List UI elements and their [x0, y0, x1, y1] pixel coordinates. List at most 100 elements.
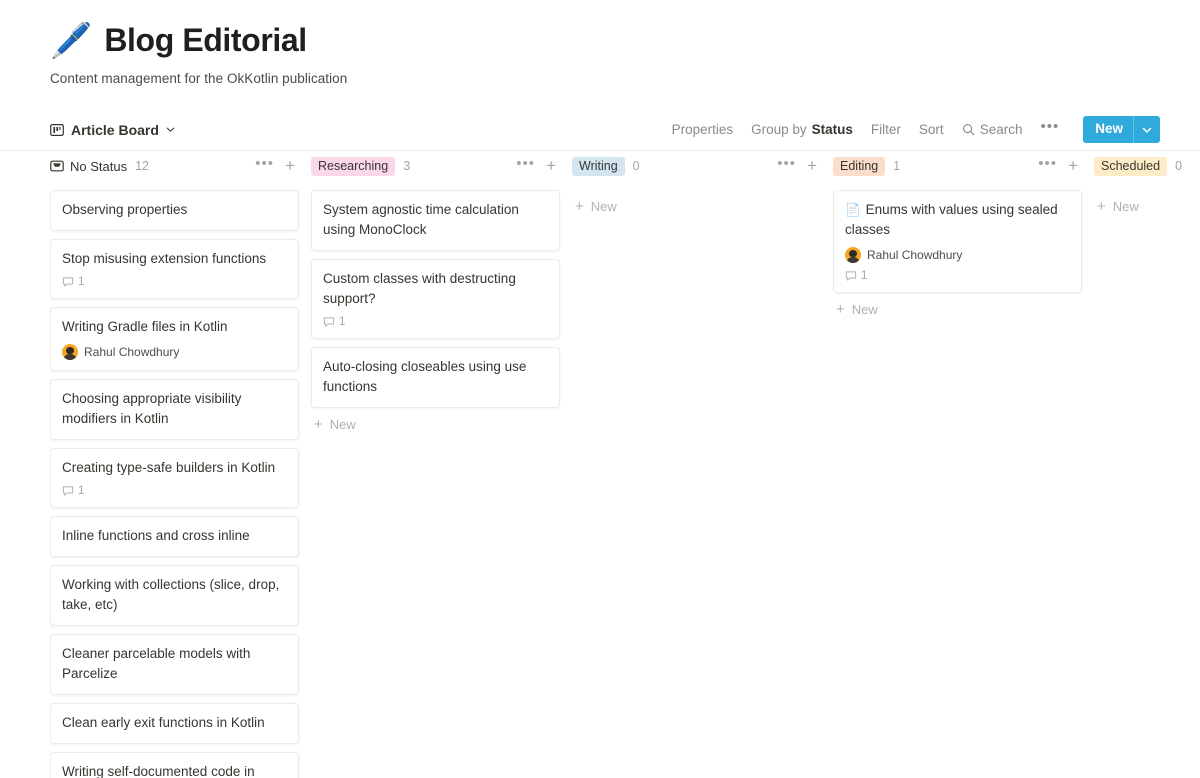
plus-icon: + — [575, 201, 584, 213]
page-title[interactable]: Blog Editorial — [104, 22, 306, 59]
view-name-label: Article Board — [71, 122, 159, 138]
board-card[interactable]: System agnostic time calculation using M… — [311, 190, 560, 251]
board-card[interactable]: Cleaner parcelable models with Parcelize — [50, 634, 299, 695]
toolbar-actions: Properties Group by Status Filter Sort S… — [672, 116, 1160, 143]
card-title: Stop misusing extension functions — [62, 249, 287, 269]
column-add-icon[interactable]: + — [546, 160, 556, 172]
card-assignee-row: Rahul Chowdhury — [845, 247, 1070, 263]
column-add-icon[interactable]: + — [1068, 160, 1078, 172]
board-column-scheduled: Scheduled0•••++New — [1094, 150, 1200, 778]
group-by-button[interactable]: Group by Status — [751, 122, 853, 137]
add-new-card-button[interactable]: + New — [572, 190, 821, 214]
new-button[interactable]: New — [1083, 116, 1160, 143]
column-more-icon[interactable]: ••• — [255, 161, 274, 172]
column-actions: ••• + — [516, 160, 556, 172]
sort-button[interactable]: Sort — [919, 122, 944, 137]
column-status-badge[interactable]: Writing — [572, 157, 625, 176]
column-header: No Status 12 ••• + — [50, 150, 299, 182]
board-icon — [50, 123, 64, 137]
column-actions: ••• + — [777, 160, 817, 172]
column-actions: ••• + — [255, 160, 295, 172]
plus-icon: + — [314, 419, 323, 431]
card-title: Choosing appropriate visibility modifier… — [62, 389, 287, 429]
properties-button[interactable]: Properties — [672, 122, 734, 137]
card-title: Writing self-documented code in Kotlin — [62, 762, 287, 778]
board-card[interactable]: Writing Gradle files in KotlinRahul Chow… — [50, 307, 299, 371]
add-new-label: New — [330, 417, 356, 432]
column-more-icon[interactable]: ••• — [1038, 161, 1057, 172]
board-card[interactable]: Creating type-safe builders in Kotlin1 — [50, 448, 299, 508]
column-status-badge[interactable]: Editing — [833, 157, 885, 176]
column-header: Writing0•••+ — [572, 150, 821, 182]
group-by-prefix: Group by — [751, 122, 807, 137]
board-column-no-status: No Status 12 ••• + Observing properties Stop … — [50, 150, 299, 778]
add-new-label: New — [852, 302, 878, 317]
column-card-count: 0 — [1175, 159, 1182, 173]
search-label: Search — [980, 122, 1023, 137]
pen-emoji: 🖊️ — [50, 24, 92, 58]
page-icon: 📄 — [845, 203, 861, 217]
comment-count-text: 1 — [78, 485, 84, 497]
avatar-body — [64, 354, 77, 360]
avatar — [845, 247, 861, 263]
column-card-count: 3 — [403, 159, 410, 173]
add-new-card-button[interactable]: + New — [311, 408, 560, 432]
column-header: Editing1•••+ — [833, 150, 1082, 182]
card-title: Observing properties — [62, 200, 287, 220]
column-status-badge[interactable]: Researching — [311, 157, 395, 176]
card-title: Auto-closing closeables using use functi… — [323, 357, 548, 397]
comment-icon — [62, 485, 74, 497]
new-button-chevron-down-icon[interactable] — [1134, 116, 1160, 143]
column-add-icon[interactable]: + — [807, 160, 817, 172]
card-comment-count: 1 — [845, 270, 1070, 282]
column-more-icon[interactable]: ••• — [516, 161, 535, 172]
column-more-icon[interactable]: ••• — [777, 161, 796, 172]
comment-count-text: 1 — [78, 276, 84, 288]
tab-article-board[interactable]: Article Board — [50, 122, 175, 138]
plus-icon: + — [1097, 201, 1106, 213]
card-assignee-row: Rahul Chowdhury — [62, 344, 287, 360]
board-card[interactable]: Custom classes with destructing support?… — [311, 259, 560, 339]
card-title: Working with collections (slice, drop, t… — [62, 575, 287, 615]
board-column-writing: Writing0•••++New — [572, 150, 821, 778]
group-by-value: Status — [812, 122, 853, 137]
card-title: Inline functions and cross inline — [62, 526, 287, 546]
add-new-label: New — [591, 199, 617, 214]
chevron-down-icon — [166, 125, 175, 134]
search-button[interactable]: Search — [962, 122, 1023, 137]
card-comment-count: 1 — [62, 485, 287, 497]
column-header: Scheduled0•••+ — [1094, 150, 1200, 182]
card-title: System agnostic time calculation using M… — [323, 200, 548, 240]
more-options-button[interactable]: ••• — [1040, 123, 1059, 136]
board-card[interactable]: Auto-closing closeables using use functi… — [311, 347, 560, 408]
comment-icon — [62, 276, 74, 288]
add-new-card-button[interactable]: + New — [1094, 190, 1200, 214]
board-column-researching: Researching 3 ••• + System agnostic time cal… — [311, 150, 560, 778]
board-card[interactable]: Inline functions and cross inline — [50, 516, 299, 557]
column-status-badge[interactable]: Scheduled — [1094, 157, 1167, 176]
board-card[interactable]: Stop misusing extension functions 1 — [50, 239, 299, 299]
new-button-label: New — [1083, 116, 1133, 143]
column-add-icon[interactable]: + — [285, 160, 295, 172]
column-name-text: No Status — [70, 159, 127, 174]
notion-board-page: 🖊️ Blog Editorial Content management for… — [0, 0, 1200, 778]
board-card[interactable]: Working with collections (slice, drop, t… — [50, 565, 299, 626]
comment-count-text: 1 — [861, 270, 867, 282]
filter-button[interactable]: Filter — [871, 122, 901, 137]
board-card[interactable]: Clean early exit functions in Kotlin — [50, 703, 299, 744]
card-title: Cleaner parcelable models with Parcelize — [62, 644, 287, 684]
column-card-list: System agnostic time calculation using M… — [311, 190, 560, 408]
page-description: Content management for the OkKotlin publ… — [50, 71, 1200, 86]
add-new-card-button[interactable]: +New — [833, 293, 1082, 317]
board-card[interactable]: Writing self-documented code in Kotlin — [50, 752, 299, 778]
avatar-face — [849, 250, 857, 257]
add-new-label: New — [1113, 199, 1139, 214]
board-card[interactable]: Choosing appropriate visibility modifier… — [50, 379, 299, 440]
column-status-label[interactable]: No Status — [50, 159, 127, 174]
board-column-editing: Editing 1 ••• + 📄Enums with values using sea… — [833, 150, 1082, 778]
column-card-count: 12 — [135, 159, 149, 173]
board-card[interactable]: Observing properties — [50, 190, 299, 231]
card-title: Custom classes with destructing support? — [323, 269, 548, 309]
board-card[interactable]: 📄Enums with values using sealed classesR… — [833, 190, 1082, 293]
avatar-face — [66, 347, 74, 354]
